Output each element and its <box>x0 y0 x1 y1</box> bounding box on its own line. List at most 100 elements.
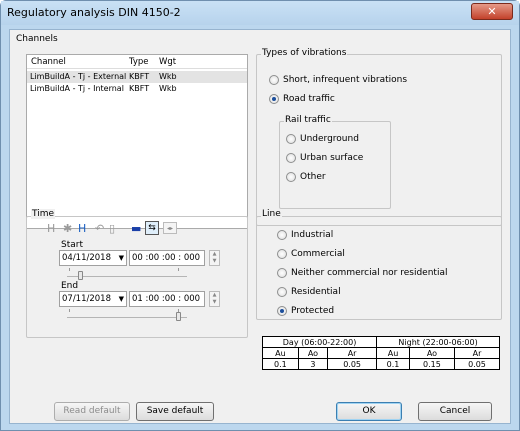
table-row: Au Ao Ar Au Ao Ar <box>262 347 501 359</box>
channel-row[interactable]: LimBuildA - Tj - Internal KBFT Wkb <box>27 83 247 95</box>
slider-tick <box>178 268 179 271</box>
table-cell: 0.1 <box>376 358 410 370</box>
start-date-picker[interactable]: 04/11/2018 ▼ <box>59 250 127 266</box>
slider-tick <box>69 268 70 271</box>
channel-wgt: Wkb <box>159 84 177 93</box>
table-row: 0.1 3 0.05 0.1 0.15 0.05 <box>262 358 501 370</box>
dialog-client: Channels Channel Type Wgt LimBuildA - Tj… <box>9 29 511 424</box>
start-slider-track[interactable] <box>67 276 187 277</box>
vibrations-group-label: Types of vibrations <box>261 48 348 58</box>
end-time-value: 01 :00 :00 : 000 <box>132 294 201 304</box>
ok-button[interactable]: OK <box>336 402 402 421</box>
line-group-label: Line <box>261 209 282 219</box>
table-cell: 0.1 <box>262 358 299 370</box>
rail-traffic-group-label: Rail traffic <box>284 115 332 125</box>
radio-dot <box>277 306 287 316</box>
close-icon: ✕ <box>487 5 497 18</box>
column-header-type[interactable]: Type <box>129 57 149 67</box>
end-slider-thumb[interactable] <box>175 312 181 321</box>
channels-divider <box>16 44 502 45</box>
vibrations-group: Types of vibrations Short, infrequent vi… <box>256 48 502 226</box>
channels-label: Channels <box>16 34 58 44</box>
channel-wgt: Wkb <box>159 72 177 81</box>
radio-label: Commercial <box>291 249 345 259</box>
table-cell: 0.05 <box>327 358 378 370</box>
day-header: Day (06:00-22:00) <box>261 336 378 348</box>
radio-label: Underground <box>300 134 359 144</box>
channel-name: LimBuildA - Tj - Internal <box>30 84 124 93</box>
column-header: Ao <box>408 347 455 359</box>
radio-dot <box>286 172 296 182</box>
radio-dot <box>277 268 287 278</box>
column-header: Ar <box>453 347 501 359</box>
end-time-spinner[interactable]: ▲ ▼ <box>209 291 220 307</box>
end-label: End <box>61 281 79 291</box>
radio-label: Residential <box>291 287 341 297</box>
radio-label: Road traffic <box>283 94 335 104</box>
channel-name: LimBuildA - Tj - External <box>30 72 127 81</box>
chevron-down-icon: ▼ <box>118 254 124 262</box>
start-time-value: 00 :00 :00 : 000 <box>132 253 201 263</box>
save-default-button[interactable]: Save default <box>136 402 214 421</box>
column-header-channel[interactable]: Channel <box>31 57 66 67</box>
channel-type: KBFT <box>129 72 150 81</box>
radio-dot <box>277 249 287 259</box>
column-header: Au <box>376 347 410 359</box>
radio-dot <box>277 287 287 297</box>
channel-row[interactable]: LimBuildA - Tj - External KBFT Wkb <box>27 71 247 83</box>
table-cell: 3 <box>297 358 329 370</box>
zoom-fit-icon[interactable]: ▯ <box>109 223 115 235</box>
radio-label: Other <box>300 172 326 182</box>
channel-list[interactable]: Channel Type Wgt LimBuildA - Tj - Extern… <box>26 54 248 229</box>
radio-dot <box>277 230 287 240</box>
cursor-h-icon[interactable]: H <box>47 223 55 235</box>
line-group: Line Industrial Commercial Neither comme… <box>256 209 502 320</box>
radio-label: Industrial <box>291 230 334 240</box>
table-cell: 0.15 <box>408 358 455 370</box>
radio-label: Short, infrequent vibrations <box>283 75 408 85</box>
column-header: Ar <box>327 347 378 359</box>
chevron-down-icon: ▼ <box>118 295 124 303</box>
start-slider-thumb[interactable] <box>78 271 84 280</box>
table-row: Day (06:00-22:00) Night (22:00-06:00) <box>261 336 500 348</box>
channel-type: KBFT <box>129 84 150 93</box>
end-date-value: 07/11/2018 <box>62 294 111 304</box>
read-default-button[interactable]: Read default <box>54 402 130 421</box>
scroll-arrows-icon[interactable]: ◂▸ <box>163 222 177 234</box>
radio-dot <box>286 134 296 144</box>
radio-label: Urban surface <box>300 153 364 163</box>
start-label: Start <box>61 240 83 250</box>
title-bar[interactable]: Regulatory analysis DIN 4150-2 ✕ <box>1 1 519 25</box>
radio-dot <box>269 75 279 85</box>
cursor-cross-icon[interactable]: ✱ <box>63 223 72 235</box>
rail-traffic-group: Rail traffic Underground Urban surface O… <box>279 115 391 209</box>
radio-label: Neither commercial nor residential <box>291 268 448 278</box>
end-slider-track[interactable] <box>67 317 187 318</box>
end-date-picker[interactable]: 07/11/2018 ▼ <box>59 291 127 307</box>
column-header-wgt[interactable]: Wgt <box>159 57 176 67</box>
slider-tick <box>69 309 70 312</box>
radio-dot <box>286 153 296 163</box>
time-group: Time H ✱ H ↶ ▯ ▬ ⇆ ◂▸ Start 04/11/2018 ▼… <box>26 209 248 338</box>
column-header: Au <box>262 347 299 359</box>
column-header: Ao <box>297 347 329 359</box>
undo-icon[interactable]: ↶ <box>95 223 104 235</box>
cancel-button[interactable]: Cancel <box>418 402 492 421</box>
start-date-value: 04/11/2018 <box>62 253 111 263</box>
flag-icon[interactable]: ▬ <box>131 223 141 235</box>
limits-table: Day (06:00-22:00) Night (22:00-06:00) Au… <box>261 336 501 370</box>
radio-dot <box>269 94 279 104</box>
cursor-range-icon[interactable]: H <box>78 223 86 235</box>
start-time-input[interactable]: 00 :00 :00 : 000 <box>129 250 205 266</box>
dialog-window: Regulatory analysis DIN 4150-2 ✕ Channel… <box>0 0 520 431</box>
close-button[interactable]: ✕ <box>471 3 513 20</box>
channel-list-header: Channel Type Wgt <box>27 55 247 69</box>
table-cell: 0.05 <box>453 358 501 370</box>
window-title: Regulatory analysis DIN 4150-2 <box>7 6 181 19</box>
sync-time-icon[interactable]: ⇆ <box>145 221 159 235</box>
night-header: Night (22:00-06:00) <box>376 336 500 348</box>
end-time-input[interactable]: 01 :00 :00 : 000 <box>129 291 205 307</box>
radio-label: Protected <box>291 306 335 316</box>
time-group-label: Time <box>31 209 56 219</box>
start-time-spinner[interactable]: ▲ ▼ <box>209 250 220 266</box>
